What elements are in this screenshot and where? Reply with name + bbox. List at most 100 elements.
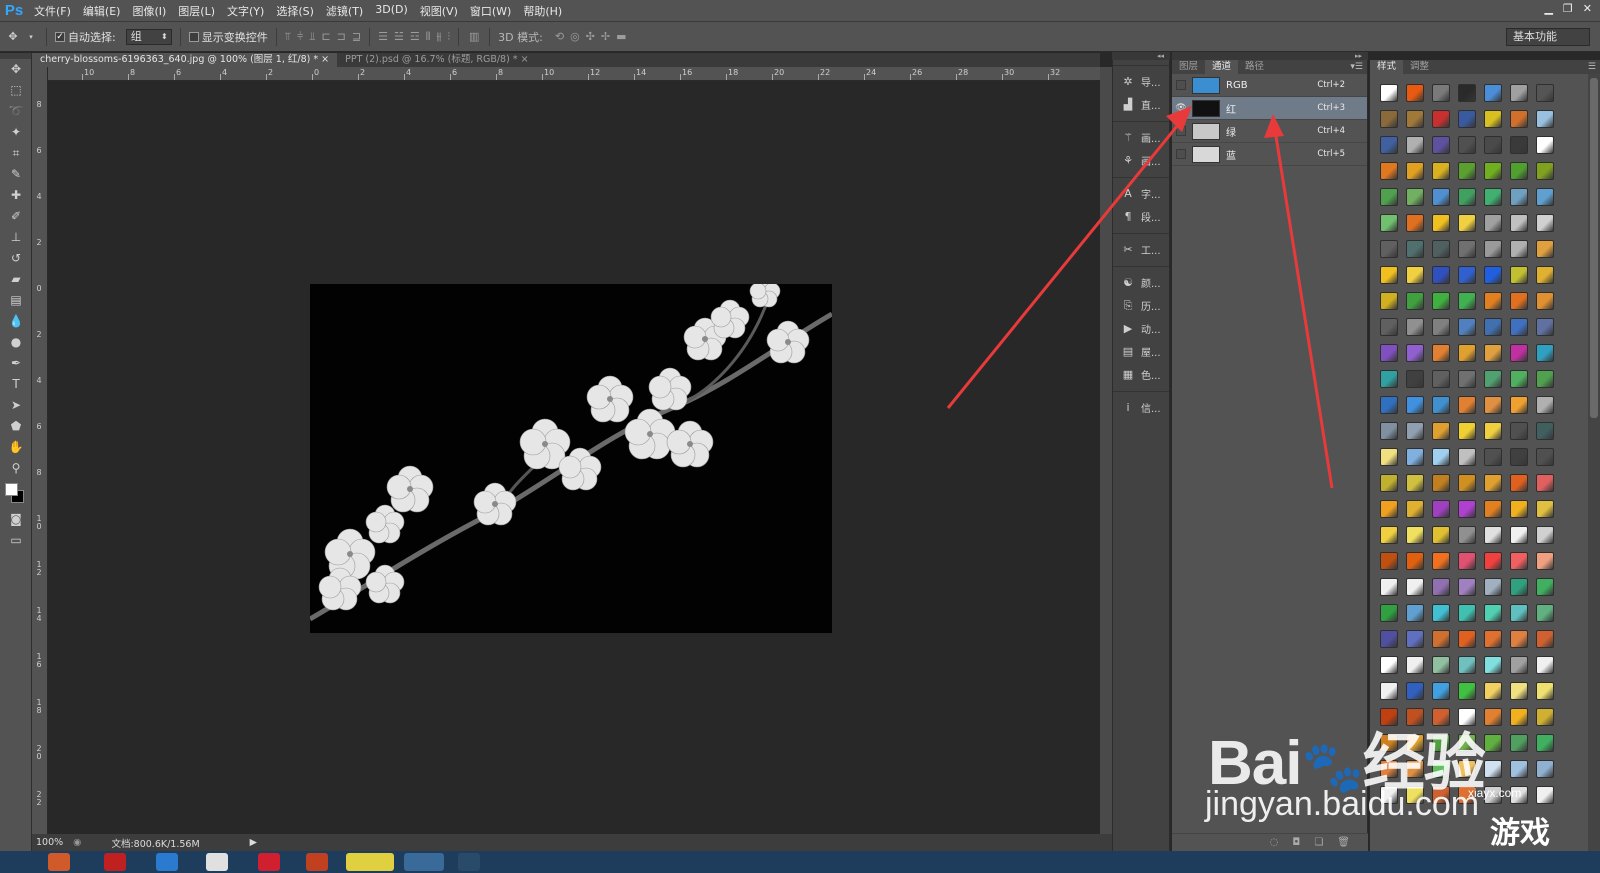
show-transform-checkbox[interactable]: 显示变换控件: [188, 29, 268, 45]
panel-tab[interactable]: 调整: [1403, 60, 1436, 74]
align-right-icon[interactable]: ⊒: [352, 30, 361, 44]
auto-select-dropdown[interactable]: 组: [125, 28, 172, 45]
style-swatch[interactable]: [1406, 448, 1424, 466]
close-tab-icon[interactable]: ×: [521, 54, 529, 65]
style-swatch[interactable]: [1406, 500, 1424, 518]
style-swatch[interactable]: [1380, 578, 1398, 596]
style-swatch[interactable]: [1458, 786, 1476, 804]
style-swatch[interactable]: [1510, 630, 1528, 648]
style-swatch[interactable]: [1510, 318, 1528, 336]
style-swatch[interactable]: [1380, 318, 1398, 336]
style-swatch[interactable]: [1458, 708, 1476, 726]
style-swatch[interactable]: [1458, 396, 1476, 414]
style-swatch[interactable]: [1484, 396, 1502, 414]
style-swatch[interactable]: [1484, 136, 1502, 154]
style-swatch[interactable]: [1432, 292, 1450, 310]
style-swatch[interactable]: [1458, 318, 1476, 336]
style-swatch[interactable]: [1484, 266, 1502, 284]
eyedropper-tool-icon[interactable]: ✎: [0, 164, 32, 185]
move-tool-icon[interactable]: ✥: [0, 59, 32, 80]
style-swatch[interactable]: [1380, 344, 1398, 362]
menu-item[interactable]: 文件(F): [28, 3, 77, 19]
style-swatch[interactable]: [1432, 734, 1450, 752]
style-swatch[interactable]: [1406, 370, 1424, 388]
strip-panel-button[interactable]: ▦ 色...: [1113, 363, 1169, 386]
style-swatch[interactable]: [1406, 760, 1424, 778]
menu-item[interactable]: 文字(Y): [221, 3, 270, 19]
strip-panel-button[interactable]: ⚚ 画...: [1113, 126, 1169, 149]
magic-wand-tool-icon[interactable]: ✦: [0, 122, 32, 143]
style-swatch[interactable]: [1380, 188, 1398, 206]
style-swatch[interactable]: [1484, 708, 1502, 726]
style-swatch[interactable]: [1458, 630, 1476, 648]
style-swatch[interactable]: [1458, 344, 1476, 362]
style-swatch[interactable]: [1432, 422, 1450, 440]
style-swatch[interactable]: [1510, 214, 1528, 232]
style-swatch[interactable]: [1432, 708, 1450, 726]
style-swatch[interactable]: [1432, 318, 1450, 336]
style-swatch[interactable]: [1432, 84, 1450, 102]
style-swatch[interactable]: [1432, 760, 1450, 778]
menu-item[interactable]: 选择(S): [270, 3, 320, 19]
style-swatch[interactable]: [1380, 604, 1398, 622]
style-swatch[interactable]: [1484, 344, 1502, 362]
style-swatch[interactable]: [1536, 344, 1554, 362]
style-swatch[interactable]: [1380, 240, 1398, 258]
style-swatch[interactable]: [1536, 214, 1554, 232]
menu-item[interactable]: 图层(L): [172, 3, 221, 19]
shape-tool-icon[interactable]: ⬟: [0, 416, 32, 437]
style-swatch[interactable]: [1510, 552, 1528, 570]
style-swatch[interactable]: [1510, 344, 1528, 362]
style-swatch[interactable]: [1458, 526, 1476, 544]
style-swatch[interactable]: [1458, 136, 1476, 154]
style-swatch[interactable]: [1432, 526, 1450, 544]
style-swatch[interactable]: [1484, 318, 1502, 336]
style-swatch[interactable]: [1458, 240, 1476, 258]
quick-mask-icon[interactable]: ◙: [0, 509, 32, 530]
align-hcenter-icon[interactable]: ⊐: [337, 30, 346, 44]
style-swatch[interactable]: [1406, 110, 1424, 128]
style-swatch[interactable]: [1380, 266, 1398, 284]
style-swatch[interactable]: [1536, 552, 1554, 570]
style-swatch[interactable]: [1458, 422, 1476, 440]
style-swatch[interactable]: [1536, 578, 1554, 596]
auto-select-checkbox[interactable]: ✓ 自动选择:: [55, 29, 116, 45]
style-swatch[interactable]: [1536, 136, 1554, 154]
3d-rotate-icon[interactable]: ⟲: [555, 30, 564, 43]
3d-roll-icon[interactable]: ◎: [570, 30, 580, 43]
brush-tool-icon[interactable]: ✐: [0, 206, 32, 227]
chevron-down-icon[interactable]: ▾: [24, 30, 38, 44]
style-swatch[interactable]: [1510, 84, 1528, 102]
channel-row[interactable]: 👁 红 Ctrl+3: [1172, 97, 1367, 120]
styles-scroll-thumb[interactable]: [1590, 78, 1598, 418]
style-swatch[interactable]: [1458, 500, 1476, 518]
new-channel-icon[interactable]: ❏: [1314, 837, 1323, 848]
distribute-vcenter-icon[interactable]: ☱: [394, 30, 404, 44]
style-swatch[interactable]: [1484, 578, 1502, 596]
menu-item[interactable]: 视图(V): [414, 3, 464, 19]
style-swatch[interactable]: [1484, 734, 1502, 752]
style-swatch[interactable]: [1536, 734, 1554, 752]
style-swatch[interactable]: [1432, 578, 1450, 596]
style-swatch[interactable]: [1458, 474, 1476, 492]
marquee-tool-icon[interactable]: ⬚: [0, 80, 32, 101]
style-swatch[interactable]: [1510, 240, 1528, 258]
style-swatch[interactable]: [1484, 630, 1502, 648]
style-swatch[interactable]: [1432, 396, 1450, 414]
style-swatch[interactable]: [1380, 396, 1398, 414]
style-swatch[interactable]: [1484, 448, 1502, 466]
style-swatch[interactable]: [1484, 292, 1502, 310]
style-swatch[interactable]: [1458, 448, 1476, 466]
dodge-tool-icon[interactable]: ●: [0, 332, 32, 353]
3d-scale-icon[interactable]: ▬: [616, 30, 626, 43]
style-swatch[interactable]: [1406, 604, 1424, 622]
style-swatch[interactable]: [1406, 344, 1424, 362]
style-swatch[interactable]: [1510, 188, 1528, 206]
panel-tab[interactable]: 通道: [1205, 60, 1239, 74]
style-swatch[interactable]: [1380, 760, 1398, 778]
horizontal-ruler[interactable]: 10 8 6 4 2 0 2 4 6 8 10 12 14 16 18 20 22 24 26 28 30 32: [48, 67, 1100, 81]
style-swatch[interactable]: [1380, 292, 1398, 310]
style-swatch[interactable]: [1380, 786, 1398, 804]
style-swatch[interactable]: [1510, 396, 1528, 414]
style-swatch[interactable]: [1380, 422, 1398, 440]
